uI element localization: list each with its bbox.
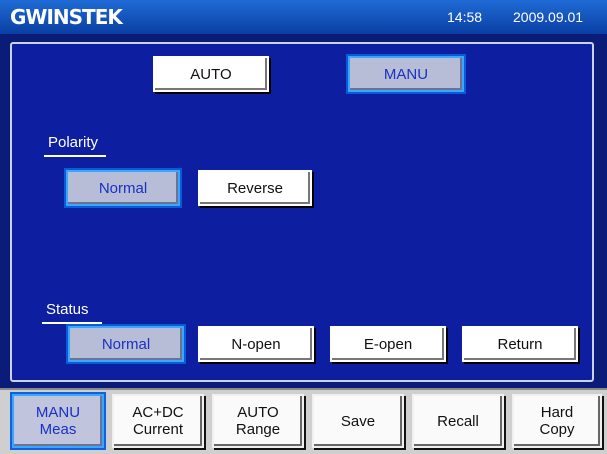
softkey-recall[interactable]: Recall — [412, 394, 504, 448]
polarity-normal-label: Normal — [98, 179, 148, 197]
status-return-label: Return — [497, 335, 543, 353]
softkey-recall-label: Recall — [437, 412, 479, 430]
softkey-auto-range[interactable]: AUTO Range — [212, 394, 304, 448]
title-bar: GWINSTEK 14:58 2009.09.01 — [0, 0, 607, 34]
status-normal-label: Normal — [101, 335, 151, 353]
status-nopen-label: N-open — [231, 335, 281, 353]
softkey-hard-copy-label: Hard Copy — [539, 404, 575, 438]
brand-text: GWINSTEK — [10, 5, 123, 29]
status-eopen-button[interactable]: E-open — [330, 326, 446, 362]
manu-mode-button[interactable]: MANU — [348, 56, 464, 92]
status-eopen-label: E-open — [363, 335, 413, 353]
softkey-save-label: Save — [340, 412, 376, 430]
auto-mode-button[interactable]: AUTO — [153, 56, 269, 92]
softkey-auto-range-label: AUTO Range — [235, 404, 281, 438]
clock-date: 2009.09.01 — [513, 9, 584, 25]
brand-logo: GWINSTEK — [10, 2, 123, 32]
softkey-hard-copy[interactable]: Hard Copy — [512, 394, 602, 448]
polarity-underline — [44, 155, 106, 157]
polarity-heading: Polarity — [48, 134, 99, 151]
status-underline — [42, 322, 102, 324]
softkey-save[interactable]: Save — [312, 394, 404, 448]
softkey-manu-meas[interactable]: MANU Meas — [12, 394, 104, 448]
polarity-reverse-label: Reverse — [227, 179, 283, 197]
clock-time: 14:58 — [447, 9, 483, 25]
softkey-acdc-current[interactable]: AC+DC Current — [112, 394, 204, 448]
manu-mode-label: MANU — [383, 65, 429, 83]
status-return-button[interactable]: Return — [462, 326, 578, 362]
polarity-normal-button[interactable]: Normal — [66, 170, 180, 206]
status-heading: Status — [46, 301, 89, 318]
softkey-manu-meas-label: MANU Meas — [35, 404, 81, 438]
softkey-acdc-current-label: AC+DC Current — [132, 404, 184, 438]
status-nopen-button[interactable]: N-open — [198, 326, 314, 362]
polarity-reverse-button[interactable]: Reverse — [198, 170, 312, 206]
status-normal-button[interactable]: Normal — [68, 326, 184, 362]
auto-mode-label: AUTO — [190, 65, 232, 83]
